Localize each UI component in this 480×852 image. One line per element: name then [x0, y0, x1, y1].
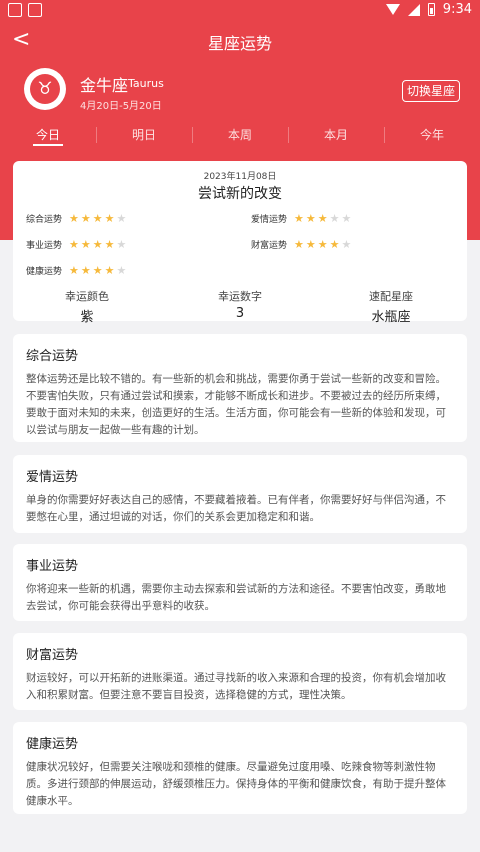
detail-card-career: 事业运势 你将迎来一些新的机遇，需要你主动去探索和尝试新的方法和途径。不要害怕改…: [13, 544, 467, 621]
detail-body: 你将迎来一些新的机遇，需要你主动去探索和尝试新的方法和途径。不要害怕改变，勇敢地…: [26, 583, 446, 612]
lucky-value: 水瓶座: [371, 310, 411, 325]
star-filled-icon: ★: [104, 211, 115, 225]
star-filled-icon: ★: [69, 211, 79, 225]
switch-sign-button[interactable]: 切换星座: [402, 80, 461, 102]
detail-title: 事业运势: [26, 559, 79, 574]
fortune-label: 爱情运势: [251, 214, 288, 225]
detail-body: 单身的你需要好好表达自己的感情，不要藏着掖着。已有伴者，你需要好好与伴侣沟通，不…: [26, 494, 446, 523]
status-bar: 9:34: [0, 0, 480, 22]
star-rating: ★ ★ ★ ★ ★: [294, 239, 351, 250]
fortune-overall: 综合运势 ★ ★ ★ ★ ★: [26, 211, 126, 225]
star-filled-icon: ★: [92, 237, 103, 251]
fortune-label: 事业运势: [26, 240, 63, 251]
star-filled-icon: ★: [92, 263, 103, 277]
star-empty-icon: ★: [116, 263, 127, 277]
star-filled-icon: ★: [329, 237, 340, 251]
fortune-health: 健康运势 ★ ★ ★ ★ ★: [26, 263, 126, 277]
period-tabs: 今日 明日 本周 本月 今年: [0, 125, 480, 149]
star-empty-icon: ★: [116, 211, 127, 225]
battery-icon: [427, 3, 435, 16]
tab-year[interactable]: 今年: [384, 125, 480, 145]
star-filled-icon: ★: [317, 211, 328, 225]
star-filled-icon: ★: [69, 263, 79, 277]
detail-title: 爱情运势: [26, 470, 79, 485]
star-rating: ★ ★ ★ ★ ★: [294, 213, 351, 224]
lucky-label: 幸运数字: [218, 290, 262, 303]
star-filled-icon: ★: [317, 237, 328, 251]
lucky-color: 幸运颜色 紫: [27, 288, 147, 325]
fortune-date: 2023年11月08日: [203, 172, 277, 182]
signal-icon: [407, 3, 420, 16]
star-rating: ★ ★ ★ ★ ★: [69, 265, 126, 276]
fortune-label: 财富运势: [251, 240, 288, 251]
detail-title: 财富运势: [26, 648, 79, 663]
page-title: 星座运势: [207, 34, 272, 53]
star-filled-icon: ★: [294, 211, 304, 225]
star-empty-icon: ★: [116, 237, 127, 251]
sign-dates: 4月20日-5月20日: [80, 101, 162, 112]
fortune-label: 健康运势: [26, 266, 63, 277]
detail-card-wealth: 财富运势 财运较好，可以开拓新的进账渠道。通过寻找新的收入来源和合理的投资，你有…: [13, 633, 467, 710]
star-filled-icon: ★: [104, 237, 115, 251]
star-rating: ★ ★ ★ ★ ★: [69, 239, 126, 250]
lucky-label: 速配星座: [369, 290, 413, 303]
detail-body: 财运较好，可以开拓新的进账渠道。通过寻找新的收入来源和合理的投资，你有机会增加收…: [26, 672, 446, 701]
lucky-match-sign: 速配星座 水瓶座: [331, 288, 451, 325]
star-filled-icon: ★: [294, 237, 304, 251]
sign-name: 金牛座: [80, 76, 129, 95]
star-filled-icon: ★: [305, 211, 316, 225]
tab-today[interactable]: 今日: [0, 125, 96, 146]
taurus-icon: ♉: [30, 74, 60, 104]
lucky-value: 紫: [80, 310, 94, 325]
detail-title: 综合运势: [26, 349, 79, 364]
star-filled-icon: ★: [80, 263, 91, 277]
tab-week[interactable]: 本周: [192, 125, 288, 145]
star-filled-icon: ★: [305, 237, 316, 251]
status-time: 9:34: [442, 2, 472, 17]
lucky-number: 幸运数字 3: [180, 288, 300, 321]
detail-body: 健康状况较好，但需要关注喉咙和颈椎的健康。尽量避免过度用嗓、吃辣食物等刺激性物质…: [26, 761, 446, 807]
star-empty-icon: ★: [329, 211, 340, 225]
fortune-wealth: 财富运势 ★ ★ ★ ★ ★: [251, 237, 351, 251]
star-filled-icon: ★: [80, 211, 91, 225]
tab-tomorrow[interactable]: 明日: [96, 125, 192, 145]
detail-card-health: 健康运势 健康状况较好，但需要关注喉咙和颈椎的健康。尽量避免过度用嗓、吃辣食物等…: [13, 722, 467, 814]
star-filled-icon: ★: [80, 237, 91, 251]
fortune-label: 综合运势: [26, 214, 63, 225]
detail-card-overall: 综合运势 整体运势还是比较不错的。有一些新的机会和挑战，需要你勇于尝试一些新的改…: [13, 334, 467, 442]
star-filled-icon: ★: [92, 211, 103, 225]
detail-card-love: 爱情运势 单身的你需要好好表达自己的感情，不要藏着掖着。已有伴者，你需要好好与伴…: [13, 455, 467, 533]
fortune-career: 事业运势 ★ ★ ★ ★ ★: [26, 237, 126, 251]
zodiac-avatar: ♉: [24, 68, 66, 110]
star-rating: ★ ★ ★ ★ ★: [69, 213, 126, 224]
fortune-love: 爱情运势 ★ ★ ★ ★ ★: [251, 211, 351, 225]
notification-icon: [8, 3, 22, 17]
star-empty-icon: ★: [341, 237, 352, 251]
star-filled-icon: ★: [69, 237, 79, 251]
detail-body: 整体运势还是比较不错的。有一些新的机会和挑战，需要你勇于尝试一些新的改变和冒险。…: [26, 373, 446, 436]
tab-month[interactable]: 本月: [288, 125, 384, 145]
star-filled-icon: ★: [104, 263, 115, 277]
sign-name-en: Taurus: [128, 77, 164, 90]
lucky-label: 幸运颜色: [65, 290, 109, 303]
fortune-headline: 尝试新的改变: [198, 186, 282, 202]
detail-title: 健康运势: [26, 737, 79, 752]
app-notification-icon: [28, 3, 42, 17]
star-empty-icon: ★: [341, 211, 352, 225]
lucky-value: 3: [235, 306, 245, 321]
wifi-icon: [385, 4, 400, 15]
fortune-summary-card: 2023年11月08日 尝试新的改变 综合运势 ★ ★ ★ ★ ★ 爱情运势 ★ ★ ★ ★ ★…: [13, 161, 467, 325]
